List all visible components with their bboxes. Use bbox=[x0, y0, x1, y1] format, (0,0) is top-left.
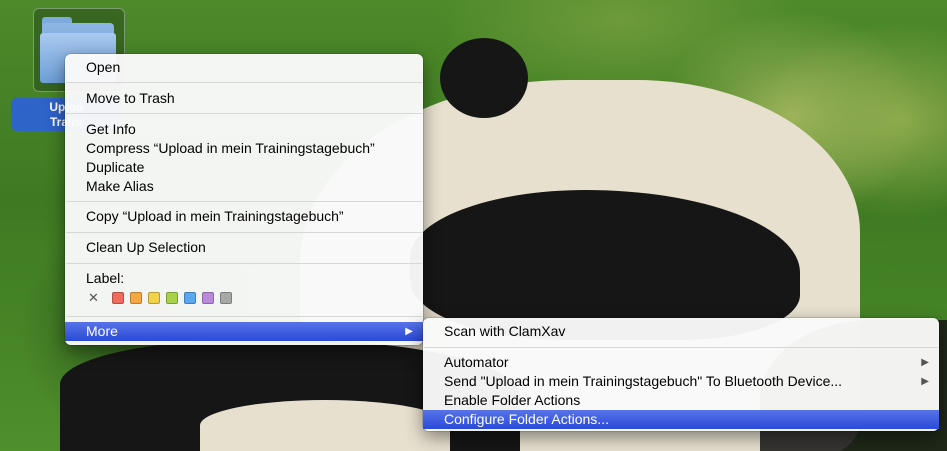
label-green-swatch[interactable] bbox=[166, 292, 178, 304]
submenu-item-automator[interactable]: Automator ▶ bbox=[423, 353, 939, 372]
menu-separator bbox=[66, 263, 422, 264]
submenu-arrow-icon: ▶ bbox=[405, 326, 413, 337]
menu-item-get-info[interactable]: Get Info bbox=[65, 120, 423, 139]
menu-item-clean-up-selection[interactable]: Clean Up Selection bbox=[65, 238, 423, 257]
submenu-item-send-bluetooth[interactable]: Send "Upload in mein Trainingstagebuch" … bbox=[423, 372, 939, 391]
label-orange-swatch[interactable] bbox=[130, 292, 142, 304]
menu-item-move-to-trash[interactable]: Move to Trash bbox=[65, 89, 423, 108]
label-purple-swatch[interactable] bbox=[202, 292, 214, 304]
label-none-icon[interactable]: ✕ bbox=[88, 290, 99, 306]
panda-ear bbox=[440, 38, 528, 118]
submenu-item-configure-folder-actions[interactable]: Configure Folder Actions... bbox=[423, 410, 939, 429]
submenu-item-automator-label: Automator bbox=[444, 354, 509, 370]
label-gray-swatch[interactable] bbox=[220, 292, 232, 304]
submenu-arrow-icon: ▶ bbox=[921, 357, 929, 368]
menu-label-heading: Label: bbox=[86, 270, 125, 286]
menu-item-duplicate[interactable]: Duplicate bbox=[65, 158, 423, 177]
more-submenu: Scan with ClamXav Automator ▶ Send "Uplo… bbox=[423, 318, 939, 431]
menu-item-open[interactable]: Open bbox=[65, 58, 423, 77]
menu-item-more-label: More bbox=[86, 323, 118, 339]
menu-item-copy[interactable]: Copy “Upload in mein Trainingstagebuch” bbox=[65, 207, 423, 226]
submenu-item-enable-folder-actions[interactable]: Enable Folder Actions bbox=[423, 391, 939, 410]
panda-white-patch bbox=[200, 400, 450, 451]
submenu-item-scan-clamxav[interactable]: Scan with ClamXav bbox=[423, 322, 939, 341]
menu-separator bbox=[424, 347, 938, 348]
menu-separator bbox=[66, 201, 422, 202]
menu-item-more[interactable]: More ▶ bbox=[65, 322, 423, 341]
label-yellow-swatch[interactable] bbox=[148, 292, 160, 304]
menu-item-compress[interactable]: Compress “Upload in mein Trainingstagebu… bbox=[65, 139, 423, 158]
context-menu: Open Move to Trash Get Info Compress “Up… bbox=[65, 54, 423, 345]
submenu-item-send-bluetooth-label: Send "Upload in mein Trainingstagebuch" … bbox=[444, 373, 843, 389]
menu-separator bbox=[66, 113, 422, 114]
menu-separator bbox=[66, 82, 422, 83]
submenu-arrow-icon: ▶ bbox=[921, 376, 929, 387]
menu-separator bbox=[66, 232, 422, 233]
menu-item-make-alias[interactable]: Make Alias bbox=[65, 177, 423, 196]
label-blue-swatch[interactable] bbox=[184, 292, 196, 304]
menu-separator bbox=[66, 316, 422, 317]
label-red-swatch[interactable] bbox=[112, 292, 124, 304]
